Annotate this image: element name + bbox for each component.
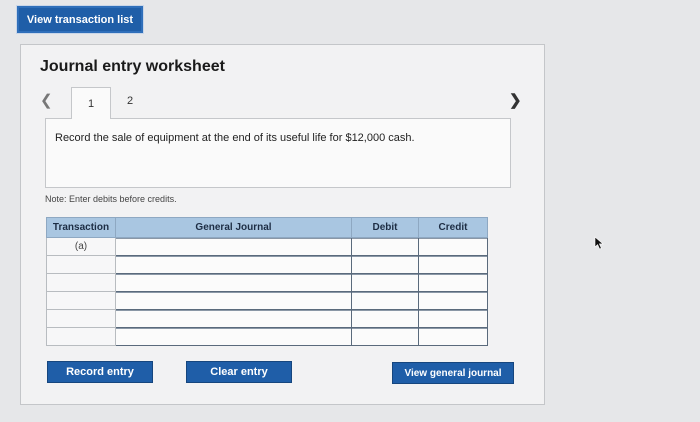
mouse-cursor-icon (594, 236, 604, 250)
table-row (46, 327, 488, 346)
view-general-journal-button[interactable]: View general journal (392, 362, 514, 384)
note-text: Note: Enter debits before credits. (45, 194, 177, 204)
debit-input[interactable] (351, 255, 419, 274)
account-input[interactable] (115, 237, 352, 256)
credit-input[interactable] (418, 273, 488, 292)
tab-2[interactable]: 2 (118, 90, 142, 112)
instruction-box: Record the sale of equipment at the end … (45, 118, 511, 188)
transaction-cell (46, 255, 116, 274)
credit-input[interactable] (418, 255, 488, 274)
table-row (46, 273, 488, 292)
transaction-cell (46, 291, 116, 310)
view-transaction-list-button[interactable]: View transaction list (17, 6, 143, 33)
transaction-cell: (a) (46, 237, 116, 256)
clear-entry-button[interactable]: Clear entry (186, 361, 292, 383)
account-input[interactable] (115, 273, 352, 292)
instruction-text: Record the sale of equipment at the end … (55, 132, 415, 144)
table-row (46, 255, 488, 274)
account-input[interactable] (115, 255, 352, 274)
journal-table: Transaction General Journal Debit Credit… (46, 217, 488, 346)
worksheet-title: Journal entry worksheet (40, 58, 225, 75)
debit-input[interactable] (351, 309, 419, 328)
tab-1[interactable]: 1 (71, 87, 111, 119)
header-debit: Debit (351, 217, 419, 238)
credit-input[interactable] (418, 309, 488, 328)
record-entry-button[interactable]: Record entry (47, 361, 153, 383)
credit-input[interactable] (418, 237, 488, 256)
debit-input[interactable] (351, 237, 419, 256)
table-row (46, 291, 488, 310)
account-input[interactable] (115, 327, 352, 346)
table-row (46, 309, 488, 328)
credit-input[interactable] (418, 291, 488, 310)
header-transaction: Transaction (46, 217, 116, 238)
header-general-journal: General Journal (115, 217, 352, 238)
chevron-right-icon[interactable]: ❯ (509, 91, 522, 109)
transaction-cell (46, 327, 116, 346)
account-input[interactable] (115, 309, 352, 328)
credit-input[interactable] (418, 327, 488, 346)
debit-input[interactable] (351, 273, 419, 292)
debit-input[interactable] (351, 291, 419, 310)
account-input[interactable] (115, 291, 352, 310)
debit-input[interactable] (351, 327, 419, 346)
header-credit: Credit (418, 217, 488, 238)
table-header-row: Transaction General Journal Debit Credit (46, 217, 488, 238)
chevron-left-icon[interactable]: ❮ (40, 91, 53, 109)
transaction-cell (46, 309, 116, 328)
table-row: (a) (46, 237, 488, 256)
transaction-cell (46, 273, 116, 292)
